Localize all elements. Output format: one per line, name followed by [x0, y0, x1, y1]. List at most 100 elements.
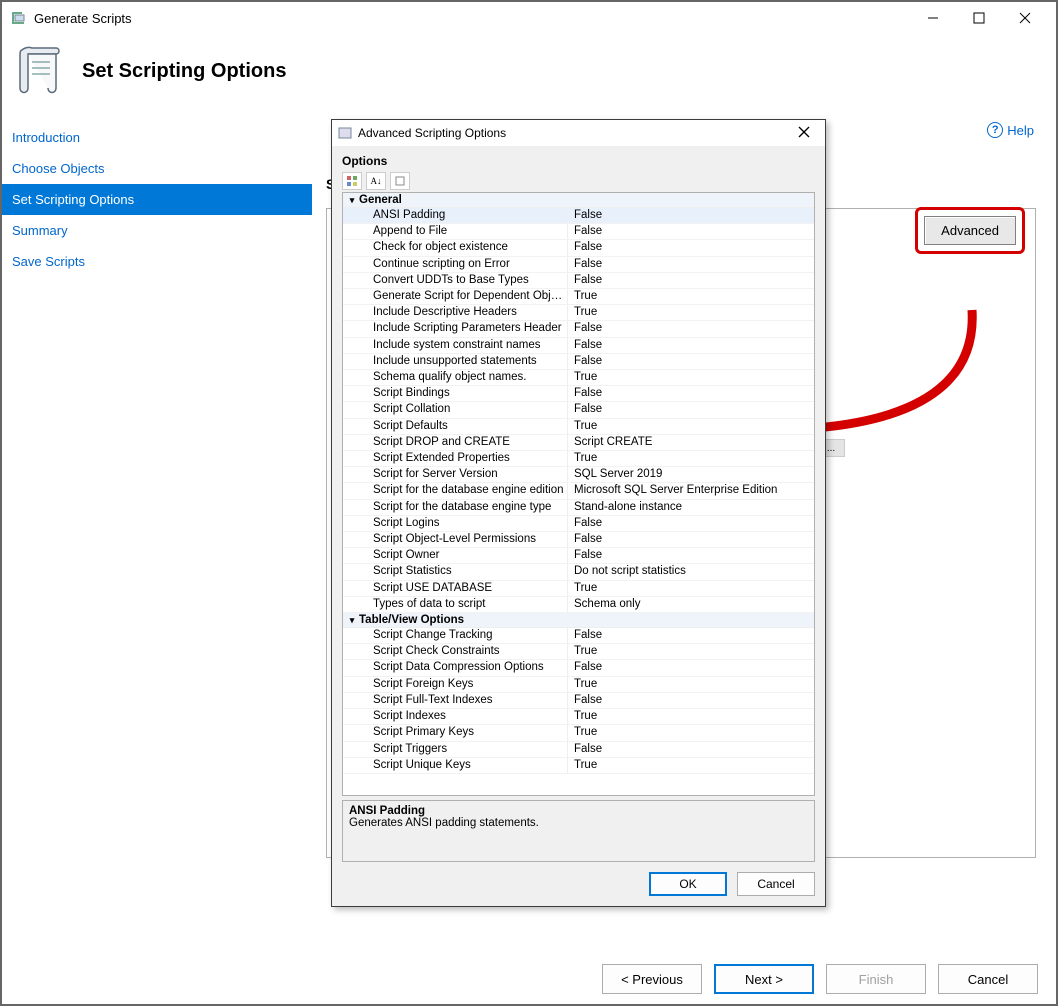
property-value[interactable]: False	[568, 240, 814, 255]
alphabetical-button[interactable]: A↓	[366, 172, 386, 190]
property-row[interactable]: Script LoginsFalse	[343, 516, 814, 532]
property-name: Script Owner	[343, 548, 568, 563]
property-row[interactable]: Script StatisticsDo not script statistic…	[343, 564, 814, 580]
ok-button[interactable]: OK	[649, 872, 727, 896]
advanced-button[interactable]: Advanced	[924, 216, 1016, 245]
property-name: Script Change Tracking	[343, 628, 568, 643]
property-category[interactable]: ▾Table/View Options	[343, 613, 814, 628]
property-row[interactable]: Include Descriptive HeadersTrue	[343, 305, 814, 321]
property-value[interactable]: True	[568, 725, 814, 740]
chevron-down-icon[interactable]: ▾	[345, 615, 359, 626]
property-value[interactable]: SQL Server 2019	[568, 467, 814, 482]
property-row[interactable]: Script for the database engine typeStand…	[343, 500, 814, 516]
property-value[interactable]: True	[568, 451, 814, 466]
property-row[interactable]: Include system constraint namesFalse	[343, 338, 814, 354]
chevron-down-icon[interactable]: ▾	[345, 195, 359, 206]
sidebar-item-choose-objects[interactable]: Choose Objects	[2, 153, 312, 184]
property-value[interactable]: True	[568, 419, 814, 434]
property-value[interactable]: True	[568, 758, 814, 773]
property-row[interactable]: Script USE DATABASETrue	[343, 581, 814, 597]
property-value[interactable]: False	[568, 660, 814, 675]
property-value[interactable]: True	[568, 305, 814, 320]
property-row[interactable]: Script Change TrackingFalse	[343, 628, 814, 644]
property-row[interactable]: Schema qualify object names.True	[343, 370, 814, 386]
property-grid[interactable]: ▾GeneralANSI PaddingFalseAppend to FileF…	[343, 193, 814, 795]
property-value[interactable]: Stand-alone instance	[568, 500, 814, 515]
property-row[interactable]: ANSI PaddingFalse	[343, 208, 814, 224]
property-row[interactable]: Generate Script for Dependent ObjectsTru…	[343, 289, 814, 305]
property-value[interactable]: False	[568, 208, 814, 223]
property-row[interactable]: Script DefaultsTrue	[343, 419, 814, 435]
property-row[interactable]: Script Unique KeysTrue	[343, 758, 814, 774]
property-value[interactable]: False	[568, 386, 814, 401]
maximize-button[interactable]	[956, 3, 1002, 33]
sidebar-item-summary[interactable]: Summary	[2, 215, 312, 246]
sidebar-item-introduction[interactable]: Introduction	[2, 122, 312, 153]
property-row[interactable]: Append to FileFalse	[343, 224, 814, 240]
property-value[interactable]: False	[568, 321, 814, 336]
property-row[interactable]: Script BindingsFalse	[343, 386, 814, 402]
categorized-button[interactable]	[342, 172, 362, 190]
dialog-icon	[338, 126, 352, 140]
property-row[interactable]: Script TriggersFalse	[343, 742, 814, 758]
minimize-button[interactable]	[910, 3, 956, 33]
property-value[interactable]: False	[568, 742, 814, 757]
property-value[interactable]: False	[568, 628, 814, 643]
property-name: Include system constraint names	[343, 338, 568, 353]
property-row[interactable]: Types of data to scriptSchema only	[343, 597, 814, 613]
property-value[interactable]: True	[568, 709, 814, 724]
dialog-cancel-button[interactable]: Cancel	[737, 872, 815, 896]
property-row[interactable]: Include Scripting Parameters HeaderFalse	[343, 321, 814, 337]
property-row[interactable]: Script for Server VersionSQL Server 2019	[343, 467, 814, 483]
property-row[interactable]: Script Object-Level PermissionsFalse	[343, 532, 814, 548]
sidebar-item-set-scripting-options[interactable]: Set Scripting Options	[2, 184, 312, 215]
property-row[interactable]: Script DROP and CREATEScript CREATE	[343, 435, 814, 451]
property-value[interactable]: False	[568, 532, 814, 547]
property-row[interactable]: Include unsupported statementsFalse	[343, 354, 814, 370]
property-row[interactable]: Check for object existenceFalse	[343, 240, 814, 256]
property-value[interactable]: False	[568, 693, 814, 708]
property-row[interactable]: Continue scripting on ErrorFalse	[343, 257, 814, 273]
property-value[interactable]: False	[568, 273, 814, 288]
property-name: Script Extended Properties	[343, 451, 568, 466]
property-value[interactable]: Schema only	[568, 597, 814, 612]
property-row[interactable]: Script OwnerFalse	[343, 548, 814, 564]
property-row[interactable]: Script Primary KeysTrue	[343, 725, 814, 741]
property-value[interactable]: False	[568, 257, 814, 272]
property-value[interactable]: False	[568, 548, 814, 563]
property-value[interactable]: False	[568, 224, 814, 239]
property-value[interactable]: Script CREATE	[568, 435, 814, 450]
property-value[interactable]: False	[568, 338, 814, 353]
property-row[interactable]: Convert UDDTs to Base TypesFalse	[343, 273, 814, 289]
property-row[interactable]: Script Data Compression OptionsFalse	[343, 660, 814, 676]
property-value[interactable]: True	[568, 581, 814, 596]
help-link[interactable]: ? Help	[987, 122, 1034, 138]
property-value[interactable]: True	[568, 677, 814, 692]
property-value[interactable]: True	[568, 644, 814, 659]
property-value[interactable]: False	[568, 516, 814, 531]
property-name: Script USE DATABASE	[343, 581, 568, 596]
property-category[interactable]: ▾General	[343, 193, 814, 208]
property-value[interactable]: True	[568, 289, 814, 304]
property-row[interactable]: Script Full-Text IndexesFalse	[343, 693, 814, 709]
previous-button[interactable]: < Previous	[602, 964, 702, 994]
property-row[interactable]: Script for the database engine editionMi…	[343, 483, 814, 499]
property-value[interactable]: Do not script statistics	[568, 564, 814, 579]
cancel-button[interactable]: Cancel	[938, 964, 1038, 994]
property-name: Include unsupported statements	[343, 354, 568, 369]
property-row[interactable]: Script Foreign KeysTrue	[343, 677, 814, 693]
dialog-close-button[interactable]	[789, 125, 819, 142]
next-button[interactable]: Next >	[714, 964, 814, 994]
property-row[interactable]: Script Extended PropertiesTrue	[343, 451, 814, 467]
property-pages-button[interactable]	[390, 172, 410, 190]
property-value[interactable]: False	[568, 402, 814, 417]
property-row[interactable]: Script IndexesTrue	[343, 709, 814, 725]
wizard-sidebar: Introduction Choose Objects Set Scriptin…	[2, 122, 312, 932]
close-button[interactable]	[1002, 3, 1048, 33]
property-row[interactable]: Script Check ConstraintsTrue	[343, 644, 814, 660]
property-value[interactable]: False	[568, 354, 814, 369]
sidebar-item-save-scripts[interactable]: Save Scripts	[2, 246, 312, 277]
property-value[interactable]: Microsoft SQL Server Enterprise Edition	[568, 483, 814, 498]
property-row[interactable]: Script CollationFalse	[343, 402, 814, 418]
property-value[interactable]: True	[568, 370, 814, 385]
